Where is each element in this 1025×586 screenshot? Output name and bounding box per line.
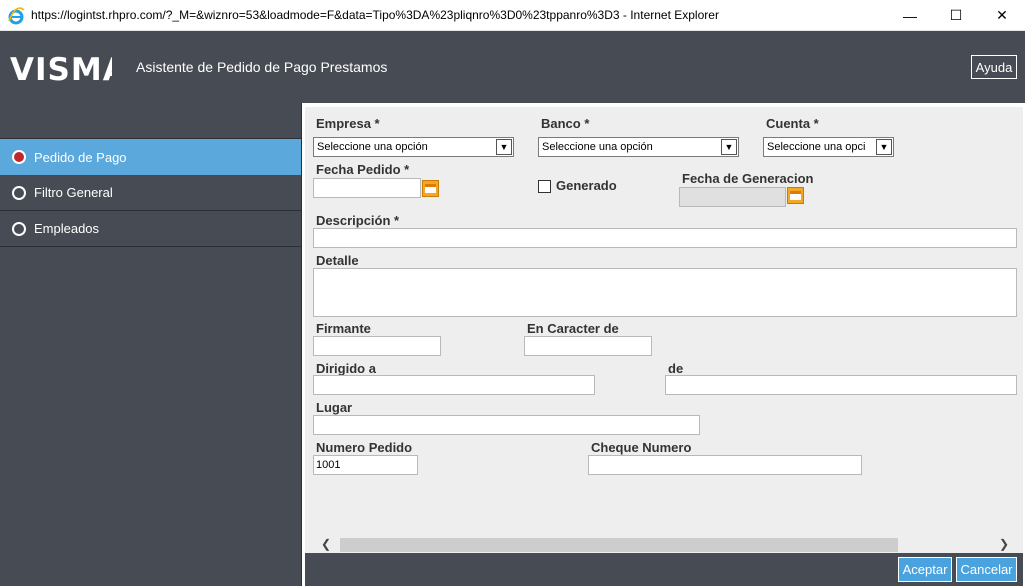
sidebar-item-empleados[interactable]: Empleados <box>0 211 301 247</box>
banco-select-value: Seleccione una opción <box>542 141 653 153</box>
sidebar-item-label: Empleados <box>34 221 100 236</box>
close-icon: ✕ <box>996 7 1008 23</box>
svg-text:VISMA: VISMA <box>10 52 112 84</box>
accept-button[interactable]: Aceptar <box>898 557 952 582</box>
sidebar-top-divider <box>0 105 301 139</box>
dirigido-input[interactable] <box>313 375 595 395</box>
internet-explorer-icon <box>8 7 25 25</box>
banco-label: Banco * <box>541 116 590 131</box>
maximize-button[interactable]: ☐ <box>933 0 979 31</box>
scroll-left-icon[interactable]: ❮ <box>321 537 331 551</box>
radio-icon <box>12 221 26 236</box>
sidebar-item-filtro-general[interactable]: Filtro General <box>0 175 301 211</box>
detalle-label: Detalle <box>316 253 359 268</box>
radio-icon <box>12 185 26 200</box>
de-input[interactable] <box>665 375 1017 395</box>
empresa-select[interactable]: Seleccione una opción ▼ <box>313 137 514 157</box>
calendar-icon[interactable] <box>787 187 804 204</box>
en-caracter-label: En Caracter de <box>527 321 619 336</box>
fecha-generacion-input <box>679 187 786 207</box>
chevron-down-icon: ▼ <box>721 139 737 155</box>
numero-pedido-input[interactable] <box>313 455 418 475</box>
detalle-textarea[interactable] <box>313 268 1017 317</box>
descripcion-label: Descripción * <box>316 213 400 228</box>
minimize-icon: — <box>903 7 917 24</box>
cuenta-select-value: Seleccione una opci <box>767 141 866 153</box>
en-caracter-input[interactable] <box>524 336 652 356</box>
generado-checkbox[interactable] <box>538 180 551 193</box>
minimize-button[interactable]: — <box>887 0 933 31</box>
visma-logo: VISMA <box>10 52 112 84</box>
empresa-select-value: Seleccione una opción <box>317 141 428 153</box>
sidebar-item-pedido-de-pago[interactable]: Pedido de Pago <box>0 139 301 175</box>
cuenta-label: Cuenta * <box>766 116 819 131</box>
sidebar-item-label: Pedido de Pago <box>34 149 127 165</box>
cheque-input[interactable] <box>588 455 862 475</box>
generado-label: Generado <box>556 178 617 193</box>
fecha-generacion-label: Fecha de Generacion <box>682 171 814 186</box>
page-title: Asistente de Pedido de Pago Prestamos <box>136 59 388 75</box>
calendar-icon[interactable] <box>422 180 439 197</box>
window-title: https://logintst.rhpro.com/?_M=&wiznro=5… <box>31 8 719 22</box>
scrollbar-thumb[interactable] <box>340 538 898 552</box>
help-button[interactable]: Ayuda <box>971 55 1017 79</box>
maximize-icon: ☐ <box>949 7 963 23</box>
numero-pedido-label: Numero Pedido <box>316 440 413 455</box>
firmante-label: Firmante <box>316 321 371 336</box>
descripcion-input[interactable] <box>313 228 1017 248</box>
firmante-input[interactable] <box>313 336 441 356</box>
banco-select[interactable]: Seleccione una opción ▼ <box>538 137 739 157</box>
form-panel <box>305 107 1023 553</box>
window-titlebar: https://logintst.rhpro.com/?_M=&wiznro=5… <box>0 0 1025 31</box>
radio-selected-icon <box>12 150 26 164</box>
scroll-right-icon[interactable]: ❯ <box>999 537 1009 551</box>
chevron-down-icon: ▼ <box>876 139 892 155</box>
cancel-button[interactable]: Cancelar <box>956 557 1017 582</box>
horizontal-scrollbar[interactable]: ❮ ❯ <box>318 537 1017 553</box>
cheque-label: Cheque Numero <box>591 440 692 455</box>
fecha-pedido-label: Fecha Pedido * <box>316 162 410 177</box>
lugar-input[interactable] <box>313 415 700 435</box>
chevron-down-icon: ▼ <box>496 139 512 155</box>
close-button[interactable]: ✕ <box>979 0 1025 31</box>
fecha-pedido-input[interactable] <box>313 178 421 198</box>
lugar-label: Lugar <box>316 400 353 415</box>
de-label: de <box>668 361 684 376</box>
sidebar-item-label: Filtro General <box>34 185 113 200</box>
empresa-label: Empresa * <box>316 116 380 131</box>
dirigido-label: Dirigido a <box>316 361 376 376</box>
cuenta-select[interactable]: Seleccione una opci ▼ <box>763 137 894 157</box>
